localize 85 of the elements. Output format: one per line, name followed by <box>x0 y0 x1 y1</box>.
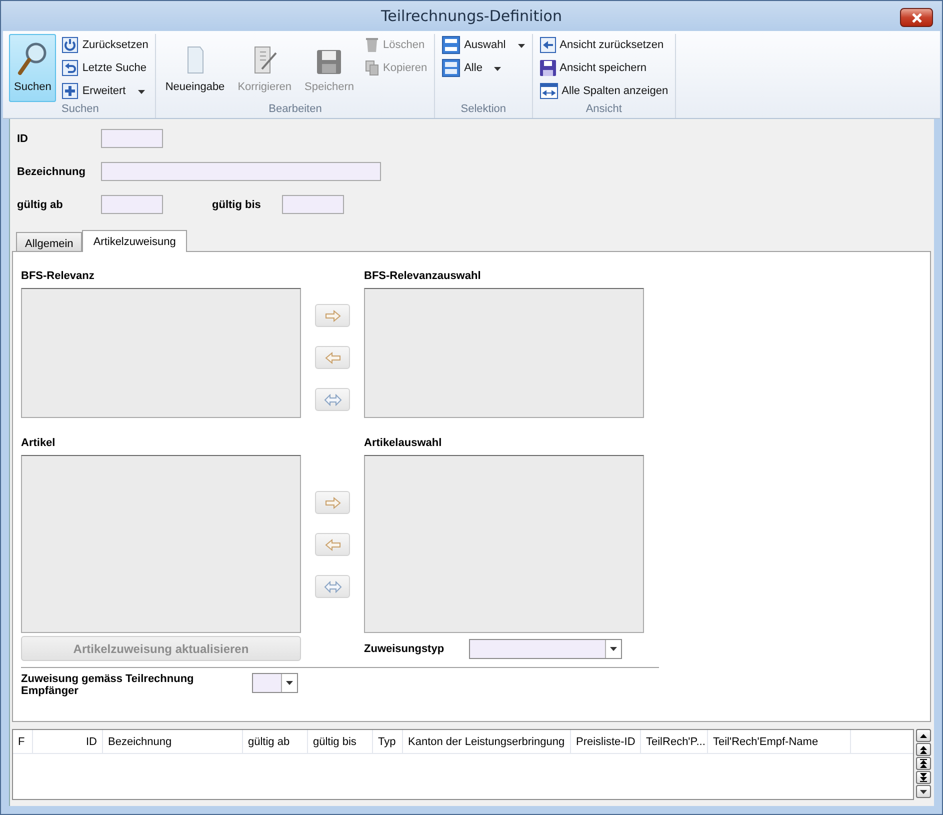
caret-icon <box>138 90 145 94</box>
transfer-button[interactable] <box>315 575 350 598</box>
field-label: ID <box>17 132 29 144</box>
caret-icon <box>518 44 525 48</box>
first-row-button[interactable] <box>916 757 931 770</box>
group-label: Suchen <box>60 103 100 117</box>
close-icon <box>910 12 922 22</box>
field-label: Zuweisungstyp <box>364 642 446 654</box>
input-field[interactable] <box>282 195 344 214</box>
list-label: Artikelauswahl <box>364 437 443 449</box>
list-icon <box>442 59 460 77</box>
dropdown-button[interactable] <box>281 674 297 692</box>
column-header[interactable]: ID <box>33 730 103 753</box>
list-label: Artikel <box>21 437 56 449</box>
down-caret-icon <box>920 790 927 794</box>
tab[interactable]: Artikelzuweisung <box>82 230 187 252</box>
ribbon-button[interactable]: Alle Spalten anzeigen <box>536 80 672 102</box>
scroll-up-button[interactable] <box>916 729 931 742</box>
column-header[interactable]: Teil'Rech'Empf-Name <box>708 730 851 753</box>
column-header[interactable]: Bezeichnung <box>103 730 243 753</box>
ribbon-button[interactable]: Auswahl <box>439 34 528 56</box>
double-up-icon <box>920 746 927 754</box>
list-box[interactable] <box>21 288 301 418</box>
ribbon-button[interactable]: Erweitert <box>59 80 152 102</box>
right-arrow-icon <box>324 310 340 322</box>
page-up-button[interactable] <box>916 743 931 756</box>
undo-icon <box>62 60 78 76</box>
input-field[interactable] <box>101 195 163 214</box>
list-icon <box>442 36 460 54</box>
list-label: BFS-Relevanzauswahl <box>364 270 482 282</box>
input-field[interactable] <box>101 129 163 148</box>
expand-columns-icon <box>540 83 558 99</box>
column-header[interactable]: Kanton der Leistungserbringung <box>403 730 571 753</box>
column-header[interactable]: gültig ab <box>243 730 308 753</box>
field-label: gültig ab <box>17 198 64 210</box>
caret-icon <box>610 646 617 650</box>
column-header[interactable]: TeilRech'P... <box>641 730 708 753</box>
ribbon-button[interactable]: Ansicht zurücksetzen <box>536 34 672 56</box>
transfer-button[interactable] <box>315 491 350 514</box>
plus-icon <box>62 83 78 99</box>
copy-icon <box>365 60 380 76</box>
double-arrow-icon <box>324 580 342 592</box>
ribbon-button[interactable]: Alle <box>439 57 528 79</box>
pencil-document-icon <box>252 45 278 75</box>
group-label: Bearbeiten <box>268 103 323 117</box>
group-label: Selektion <box>460 103 508 117</box>
group-label: Ansicht <box>584 103 623 117</box>
field-label: Zuweisung gemäss Teilrechnung Empfänger <box>21 673 195 697</box>
transfer-button[interactable] <box>315 304 350 327</box>
top-icon <box>920 759 927 768</box>
field-label: Bezeichnung <box>17 166 86 178</box>
close-button[interactable] <box>900 8 933 27</box>
list-box[interactable] <box>364 288 644 418</box>
list-label: BFS-Relevanz <box>21 270 96 282</box>
caret-icon <box>494 67 502 71</box>
left-arrow-icon <box>324 352 340 364</box>
trash-icon <box>365 37 380 53</box>
column-header[interactable]: Typ <box>373 730 403 753</box>
up-caret-icon <box>920 734 927 738</box>
tab[interactable]: Allgemein <box>16 232 82 251</box>
dropdown-field[interactable] <box>469 638 622 658</box>
bottom-icon <box>920 773 927 782</box>
right-arrow-icon <box>324 496 340 508</box>
ribbon-button[interactable]: Ansicht speichern <box>536 57 672 79</box>
column-header[interactable]: Preisliste-ID <box>571 730 641 753</box>
double-arrow-icon <box>324 394 342 406</box>
left-arrow-icon <box>324 538 340 550</box>
caret-icon <box>286 681 293 685</box>
field-label: gültig bis <box>212 198 262 210</box>
window-title: Teilrechnungs-Definition <box>381 7 562 25</box>
ribbon-button[interactable]: Zurücksetzen <box>59 34 152 56</box>
input-field[interactable] <box>101 162 381 181</box>
dropdown-button[interactable] <box>605 640 621 658</box>
column-header[interactable]: gültig bis <box>308 730 373 753</box>
dropdown-field[interactable] <box>252 673 298 693</box>
ribbon-button[interactable]: Letzte Suche <box>59 57 152 79</box>
transfer-button[interactable] <box>315 346 350 369</box>
last-row-button[interactable] <box>916 771 931 784</box>
scroll-down-button[interactable] <box>916 785 931 798</box>
search-icon <box>16 41 49 75</box>
ribbon-large-button[interactable]: Neueingabe <box>160 34 230 102</box>
column-header[interactable]: F <box>13 730 33 753</box>
ribbon-large-button[interactable]: Suchen <box>9 34 56 102</box>
transfer-button[interactable] <box>315 533 350 556</box>
transfer-button[interactable] <box>315 388 350 411</box>
